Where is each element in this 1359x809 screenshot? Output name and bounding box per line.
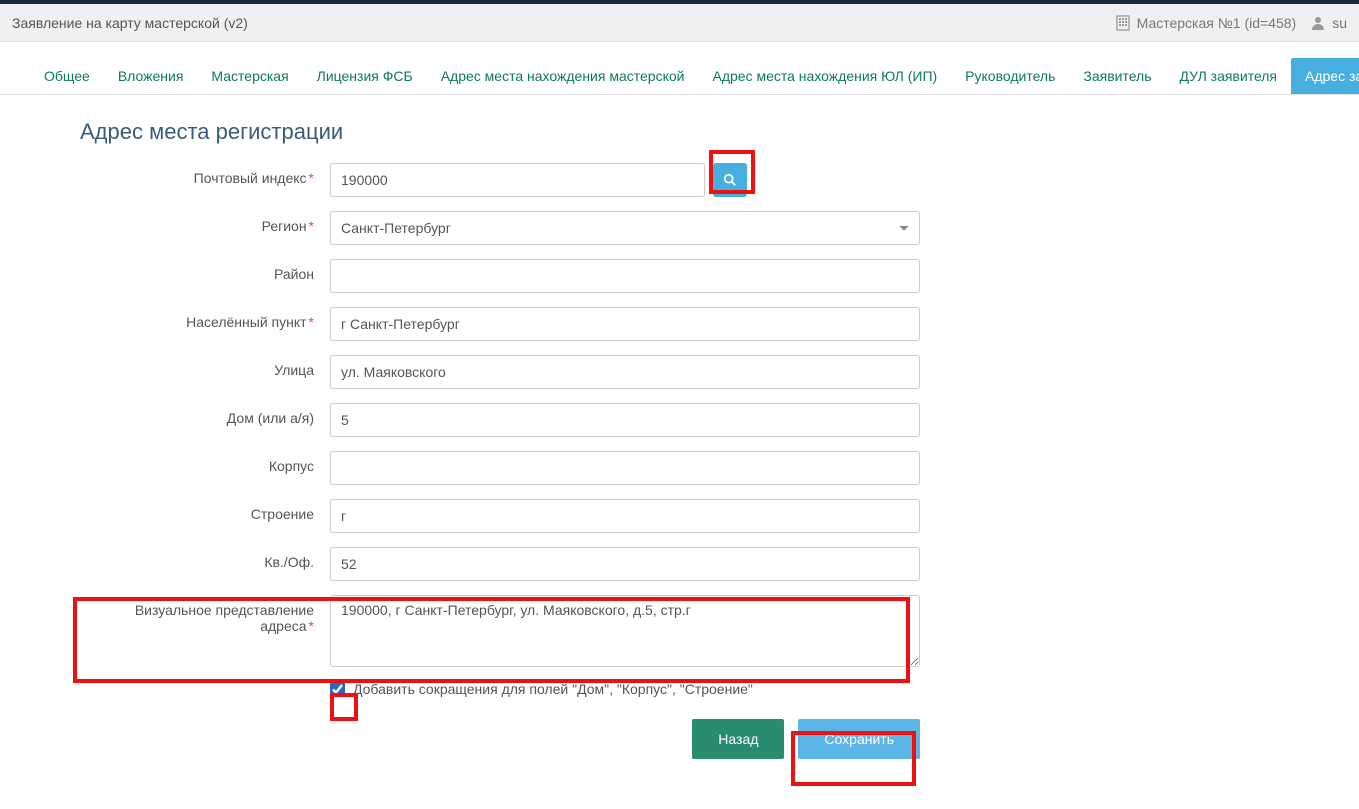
org-info: Мастерская №1 (id=458) [1115, 15, 1297, 31]
label-region: Регион* [80, 211, 330, 234]
user-name: su [1332, 15, 1347, 31]
tabs: Общее Вложения Мастерская Лицензия ФСБ А… [0, 58, 1359, 95]
building-icon [1115, 15, 1131, 31]
tab-applicant-id[interactable]: ДУЛ заявителя [1166, 58, 1292, 94]
label-house: Дом (или а/я) [80, 403, 330, 426]
korpus-input[interactable] [330, 451, 920, 485]
label-korpus: Корпус [80, 451, 330, 474]
tab-license[interactable]: Лицензия ФСБ [303, 58, 427, 94]
tab-general[interactable]: Общее [30, 58, 104, 94]
org-name: Мастерская №1 (id=458) [1137, 15, 1297, 31]
tab-attachments[interactable]: Вложения [104, 58, 198, 94]
label-building: Строение [80, 499, 330, 522]
tab-workshop[interactable]: Мастерская [197, 58, 302, 94]
section-title: Адрес места регистрации [80, 119, 920, 145]
label-zip: Почтовый индекс* [80, 163, 330, 186]
label-flat: Кв./Оф. [80, 547, 330, 570]
page-title: Заявление на карту мастерской (v2) [12, 15, 248, 31]
abbr-checkbox[interactable] [330, 682, 345, 697]
save-button[interactable]: Сохранить [798, 719, 920, 759]
zip-input[interactable] [330, 163, 705, 197]
tab-applicant[interactable]: Заявитель [1069, 58, 1165, 94]
building-input[interactable] [330, 499, 920, 533]
region-select[interactable]: Санкт-Петербург [330, 211, 920, 245]
back-button[interactable]: Назад [692, 719, 784, 759]
abbr-label[interactable]: Добавить сокращения для полей "Дом", "Ко… [353, 681, 753, 697]
user-info[interactable]: su [1310, 15, 1347, 31]
tab-applicant-address[interactable]: Адрес заявителя [1291, 58, 1359, 94]
tab-legal-address[interactable]: Адрес места нахождения ЮЛ (ИП) [698, 58, 951, 94]
tab-head[interactable]: Руководитель [951, 58, 1069, 94]
label-street: Улица [80, 355, 330, 378]
house-input[interactable] [330, 403, 920, 437]
search-icon [723, 173, 737, 187]
label-visual: Визуальное представление адреса* [80, 595, 330, 634]
street-input[interactable] [330, 355, 920, 389]
flat-input[interactable] [330, 547, 920, 581]
search-zip-button[interactable] [713, 163, 747, 197]
label-district: Район [80, 259, 330, 282]
city-input[interactable] [330, 307, 920, 341]
user-icon [1310, 15, 1326, 31]
label-city: Населённый пункт* [80, 307, 330, 330]
district-input[interactable] [330, 259, 920, 293]
tab-workshop-address[interactable]: Адрес места нахождения мастерской [427, 58, 699, 94]
visual-address-textarea[interactable]: 190000, г Санкт-Петербург, ул. Маяковско… [330, 595, 920, 667]
topbar: Заявление на карту мастерской (v2) Масте… [0, 0, 1359, 42]
